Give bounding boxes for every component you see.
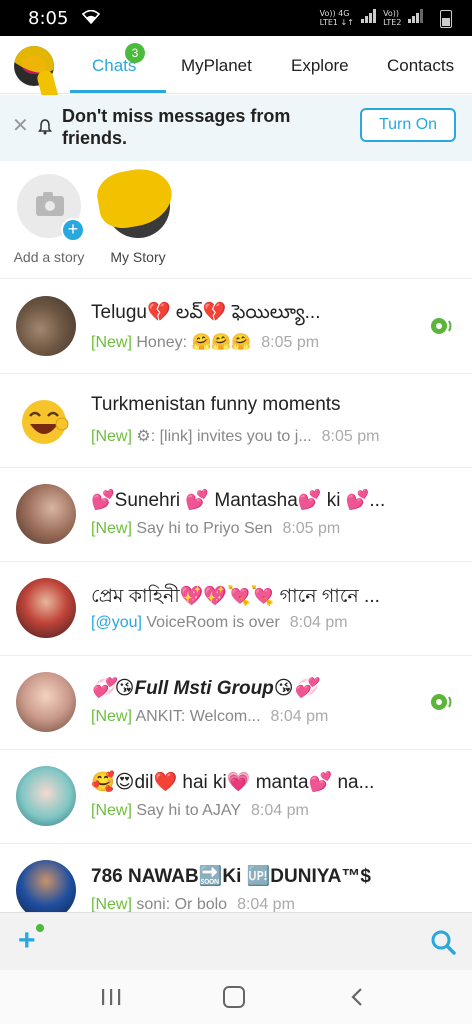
- home-icon[interactable]: [223, 986, 245, 1008]
- new-tag: [New]: [91, 520, 132, 537]
- preview-text: ANKIT: Welcom...: [135, 708, 261, 725]
- tab-bar: Chats 3 MyPlanet Explore Contacts: [0, 36, 472, 94]
- chat-time: 8:05 pm: [282, 520, 341, 537]
- chat-name: 💕Sunehri 💕 Mantasha💕 ki 💕...: [91, 490, 386, 511]
- my-story-avatar[interactable]: [106, 174, 170, 238]
- chat-row[interactable]: 💞😘Full Msti Group😘💞 [New] ANKIT: Welcom.…: [0, 656, 472, 750]
- bottom-toolbar: +: [0, 912, 472, 970]
- new-tag: [New]: [91, 334, 132, 351]
- chat-preview: [New] Say hi to AJAY 8:04 pm: [91, 802, 309, 820]
- preview-text: Say hi to Priyo Sen: [136, 520, 273, 537]
- chat-avatar: [16, 860, 76, 912]
- laughing-emoji-icon: [22, 400, 69, 444]
- chat-name: প্রেম কাহিনী💖💖💘💘 গানে গানে ...: [91, 586, 380, 607]
- stories-row: + Add a story My Story: [0, 162, 472, 279]
- chat-avatar: [16, 578, 76, 638]
- signal-bars-icon: [360, 9, 377, 23]
- chat-preview: [New] Say hi to Priyo Sen 8:05 pm: [91, 520, 340, 538]
- chat-row[interactable]: Telugu💔 లవ్💔 ఫెయిల్యూ... [New] Honey: 🤗🤗…: [0, 280, 472, 374]
- turn-on-button[interactable]: Turn On: [360, 108, 456, 142]
- signal-bars-icon: [408, 9, 424, 23]
- new-tag: [New]: [91, 802, 132, 819]
- chat-avatar: [16, 484, 76, 544]
- chat-name: Turkmenistan funny moments: [91, 394, 341, 415]
- chat-time: 8:04 pm: [289, 614, 348, 631]
- new-tag: [New]: [91, 708, 132, 725]
- chat-time: 8:04 pm: [270, 708, 329, 725]
- chat-time: 8:04 pm: [237, 896, 295, 912]
- chat-preview: [New] ⚙: [link] invites you to j... 8:05 …: [91, 426, 379, 446]
- preview-text: Honey: 🤗🤗🤗: [136, 334, 252, 351]
- sim2-label: Vo)) LTE2: [383, 9, 402, 27]
- chat-name: Telugu💔 లవ్💔 ఫెయిల్యూ...: [91, 302, 321, 323]
- chat-name: 💞😘Full Msti Group😘💞: [91, 678, 318, 699]
- chat-row[interactable]: 💕Sunehri 💕 Mantasha💕 ki 💕... [New] Say h…: [0, 468, 472, 562]
- back-icon[interactable]: [349, 987, 365, 1007]
- chat-row[interactable]: Turkmenistan funny moments [New] ⚙: [lin…: [0, 374, 472, 468]
- chat-avatar: [16, 390, 76, 450]
- chat-avatar: [16, 766, 76, 826]
- sim1-label: Vo)) 4G LTE1 ↓↑: [319, 9, 354, 27]
- plus-icon[interactable]: +: [18, 926, 36, 956]
- recent-apps-icon[interactable]: [100, 988, 122, 1006]
- my-story-label: My Story: [110, 249, 166, 265]
- preview-text: soni: Or bolo: [136, 896, 228, 912]
- chat-row[interactable]: 🥰😍dil❤️ hai ki💗 manta💕 na... [New] Say h…: [0, 750, 472, 844]
- chat-row[interactable]: প্রেম কাহিনী💖💖💘💘 গানে গানে ... [@you] Vo…: [0, 562, 472, 656]
- network-indicators: Vo)) 4G LTE1 ↓↑ Vo)) LTE2: [320, 9, 428, 27]
- chat-avatar: [16, 672, 76, 732]
- new-tag: [New]: [91, 896, 132, 912]
- add-story-label: Add a story: [13, 249, 85, 265]
- chat-list: Telugu💔 లవ్💔 ఫెయిల్యూ... [New] Honey: 🤗🤗…: [0, 280, 472, 912]
- chat-preview: [New] soni: Or bolo 8:04 pm: [91, 896, 295, 912]
- search-icon[interactable]: [430, 929, 456, 955]
- status-time: 8:05: [28, 8, 69, 29]
- wifi-icon: [82, 10, 100, 24]
- chat-time: 8:05 pm: [321, 428, 380, 445]
- my-story[interactable]: My Story: [98, 174, 178, 265]
- chat-avatar: [16, 296, 76, 356]
- tab-contacts[interactable]: Contacts: [387, 56, 454, 76]
- chat-preview: [New] ANKIT: Welcom... 8:04 pm: [91, 708, 328, 726]
- chat-name: 🥰😍dil❤️ hai ki💗 manta💕 na...: [91, 772, 375, 793]
- voice-room-icon: [431, 318, 452, 334]
- tab-myplanet[interactable]: MyPlanet: [181, 56, 252, 76]
- status-bar: 8:05 Vo)) 4G LTE1 ↓↑ Vo)) LTE2: [0, 0, 472, 36]
- chat-name: 786 NAWAB🔜Ki 🆙DUNIYA™$: [91, 866, 371, 887]
- add-story[interactable]: + Add a story: [9, 174, 89, 265]
- notification-dot: [36, 924, 44, 932]
- preview-text: ⚙: [link] invites you to j...: [136, 428, 312, 445]
- mention-tag: [@you]: [91, 614, 142, 631]
- tab-explore[interactable]: Explore: [291, 56, 349, 76]
- bell-icon: [38, 119, 52, 135]
- preview-text: Say hi to AJAY: [136, 802, 242, 819]
- chat-time: 8:05 pm: [261, 334, 320, 351]
- chat-row[interactable]: 786 NAWAB🔜Ki 🆙DUNIYA™$ [New] soni: Or bo…: [0, 844, 472, 912]
- notification-banner: ✕ Don't miss messages from friends. Turn…: [0, 95, 472, 161]
- chat-preview: [New] Honey: 🤗🤗🤗 8:05 pm: [91, 332, 319, 352]
- add-story-circle[interactable]: +: [17, 174, 85, 242]
- banner-message: Don't miss messages from friends.: [62, 106, 291, 148]
- chat-time: 8:04 pm: [251, 802, 309, 819]
- close-icon[interactable]: ✕: [12, 116, 29, 136]
- battery-icon: [440, 10, 452, 28]
- unread-badge: 3: [125, 43, 145, 63]
- preview-text: VoiceRoom is over: [146, 614, 280, 631]
- voice-room-icon: [431, 694, 452, 710]
- chat-preview: [@you] VoiceRoom is over 8:04 pm: [91, 614, 348, 632]
- camera-icon: [36, 192, 64, 216]
- system-nav-bar: [0, 970, 472, 1024]
- active-tab-indicator: [70, 90, 166, 93]
- new-tag: [New]: [91, 428, 132, 445]
- plus-icon: +: [61, 218, 85, 242]
